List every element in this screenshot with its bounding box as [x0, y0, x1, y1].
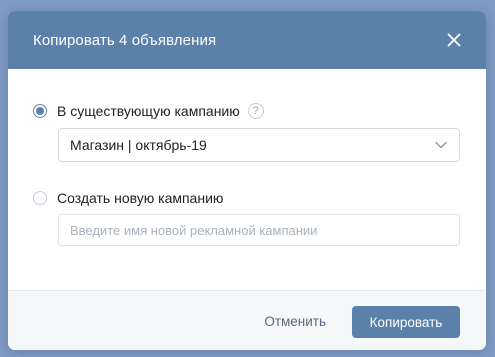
dialog-body: В существующую кампанию ? Магазин | октя…: [8, 69, 486, 289]
radio-existing-campaign[interactable]: [33, 104, 47, 118]
copy-button[interactable]: Копировать: [352, 306, 460, 338]
dialog-header: Копировать 4 объявления: [8, 11, 486, 69]
dialog-footer: Отменить Копировать: [8, 290, 486, 350]
option-existing-campaign[interactable]: В существующую кампанию ?: [33, 103, 264, 119]
cancel-button[interactable]: Отменить: [264, 307, 326, 337]
close-icon[interactable]: [447, 33, 461, 47]
option-new-campaign[interactable]: Создать новую кампанию: [33, 190, 223, 206]
radio-new-campaign[interactable]: [33, 191, 47, 205]
campaign-select[interactable]: Магазин | октябрь-19: [58, 128, 460, 162]
dialog-title: Копировать 4 объявления: [33, 31, 217, 49]
chevron-down-icon: [435, 136, 447, 154]
help-icon[interactable]: ?: [247, 103, 264, 119]
new-campaign-name-input[interactable]: [58, 214, 460, 246]
option-existing-label: В существующую кампанию: [57, 103, 240, 119]
campaign-select-value: Магазин | октябрь-19: [70, 137, 207, 153]
option-new-label: Создать новую кампанию: [57, 190, 224, 206]
copy-ads-dialog: Копировать 4 объявления В существующую к…: [8, 11, 486, 350]
